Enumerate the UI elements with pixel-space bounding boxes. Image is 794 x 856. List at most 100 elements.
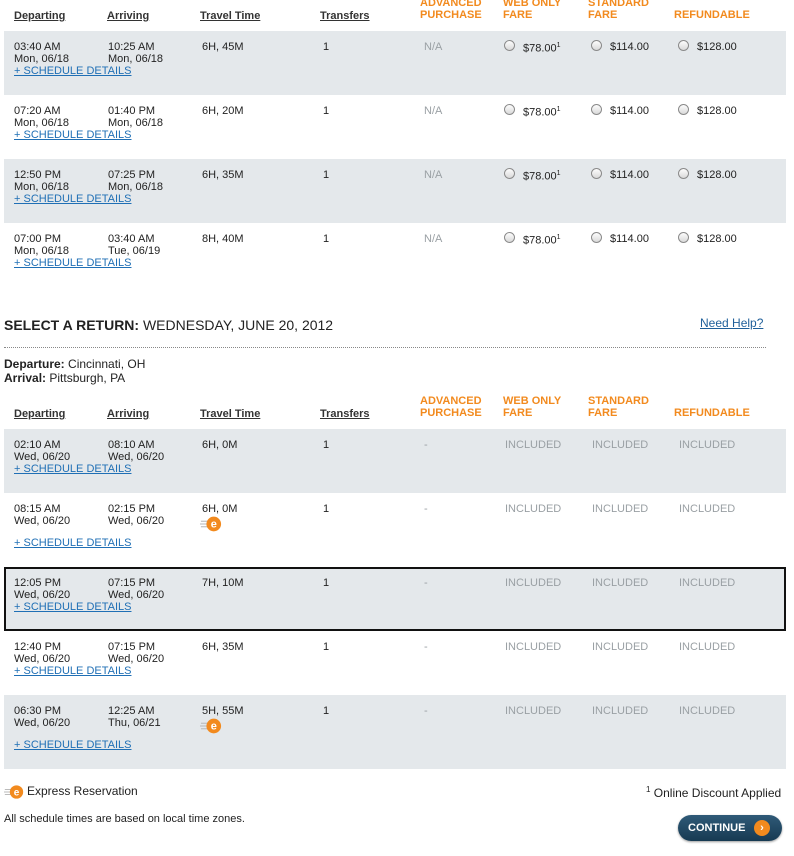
- departure-time: 02:10 AM: [14, 439, 61, 451]
- refundable-fare-price: $128.00: [697, 105, 737, 117]
- sort-transfers[interactable]: Transfers: [320, 10, 370, 22]
- table-row[interactable]: 06:30 PM Wed, 06/20 12:25 AM Thu, 06/21 + SC…: [4, 695, 786, 769]
- col-advanced-purchase: ADVANCED PURCHASE: [420, 0, 482, 21]
- table-row[interactable]: 02:10 AM Wed, 06/20 08:10 AM Wed, 06/20 + SC…: [4, 429, 786, 493]
- refundable-fare-radio[interactable]: [678, 104, 689, 115]
- refundable-fare-value: INCLUDED: [679, 641, 736, 653]
- sort-arriving[interactable]: Arriving: [107, 408, 149, 420]
- arrival-time: 01:40 PM: [108, 105, 156, 117]
- departure-date: Wed, 06/20: [14, 717, 71, 729]
- continue-label: CONTINUE: [688, 822, 746, 834]
- arrival-date: Tue, 06/19: [108, 245, 161, 257]
- col-advanced-purchase: ADVANCED PURCHASE: [420, 395, 482, 419]
- departure-date: Wed, 06/20: [14, 451, 71, 463]
- refundable-fare-radio[interactable]: [678, 168, 689, 179]
- travel-time: 6H, 20M: [202, 105, 244, 117]
- standard-fare-radio[interactable]: [591, 168, 602, 179]
- standard-fare-price: $114.00: [610, 169, 649, 181]
- refundable-fare-value: INCLUDED: [679, 503, 736, 515]
- standard-fare-value: INCLUDED: [592, 705, 649, 717]
- travel-time: 6H, 35M: [202, 169, 244, 181]
- discount-marker: 1: [556, 42, 561, 49]
- return-section-title: SELECT A RETURN: WEDNESDAY, JUNE 20, 201…: [4, 317, 334, 333]
- arrival-date: Wed, 06/20: [108, 589, 165, 601]
- standard-fare-radio[interactable]: [591, 40, 602, 51]
- web-only-fare-radio[interactable]: [504, 104, 515, 115]
- arrow-right-icon: ›: [754, 820, 770, 836]
- advanced-purchase-value: -: [424, 705, 428, 717]
- departure-date: Mon, 06/18: [14, 117, 70, 129]
- sort-travel-time[interactable]: Travel Time: [200, 408, 260, 420]
- web-only-fare-radio[interactable]: [504, 40, 515, 51]
- standard-fare-value: INCLUDED: [592, 577, 649, 589]
- web-only-fare-price: $78.001: [523, 42, 561, 55]
- table-row-selected[interactable]: 12:05 PM Wed, 06/20 07:15 PM Wed, 06/20 + SC…: [4, 567, 786, 631]
- schedule-details-link[interactable]: + SCHEDULE DETAILS: [14, 665, 131, 677]
- arrival-city: Arrival: Pittsburgh, PA: [4, 371, 126, 385]
- col-web-only-fare: WEB ONLY FARE: [503, 0, 562, 21]
- refundable-fare-value: INCLUDED: [679, 439, 736, 451]
- schedule-details-link[interactable]: + SCHEDULE DETAILS: [14, 129, 131, 141]
- discount-marker: 1: [556, 106, 561, 113]
- standard-fare-radio[interactable]: [591, 104, 602, 115]
- express-e-icon: e: [4, 785, 24, 799]
- schedule-details-link[interactable]: + SCHEDULE DETAILS: [14, 65, 131, 77]
- schedule-details-link[interactable]: + SCHEDULE DETAILS: [14, 463, 131, 475]
- refundable-fare-price: $128.00: [697, 233, 737, 245]
- table-row: 07:00 PM Mon, 06/18 03:40 AM Tue, 06/19 + SC…: [4, 223, 786, 287]
- departure-time: 12:05 PM: [14, 577, 62, 589]
- refundable-fare-radio[interactable]: [678, 40, 689, 51]
- transfers: 1: [323, 641, 330, 653]
- travel-time: 8H, 40M: [202, 233, 244, 245]
- schedule-details-link[interactable]: + SCHEDULE DETAILS: [14, 601, 131, 613]
- standard-fare-price: $114.00: [610, 41, 649, 53]
- express-e-icon: e: [200, 718, 222, 734]
- web-only-fare-radio[interactable]: [504, 168, 515, 179]
- web-only-fare-value: INCLUDED: [505, 641, 562, 653]
- web-only-fare-radio[interactable]: [504, 232, 515, 243]
- standard-fare-radio[interactable]: [591, 232, 602, 243]
- schedule-details-link[interactable]: + SCHEDULE DETAILS: [14, 193, 131, 205]
- advanced-purchase-value: N/A: [424, 233, 443, 245]
- schedule-details-link[interactable]: + SCHEDULE DETAILS: [14, 739, 131, 751]
- departure-time: 03:40 AM: [14, 41, 61, 53]
- web-only-fare-price: $78.001: [523, 170, 561, 183]
- web-only-fare-value: INCLUDED: [505, 503, 562, 515]
- sort-departing[interactable]: Departing: [14, 408, 65, 420]
- transfers: 1: [323, 41, 330, 53]
- arrival-time: 08:10 AM: [108, 439, 155, 451]
- transfers: 1: [323, 577, 330, 589]
- sort-travel-time[interactable]: Travel Time: [200, 10, 260, 22]
- departure-date: Mon, 06/18: [14, 245, 70, 257]
- standard-fare-value: INCLUDED: [592, 439, 649, 451]
- advanced-purchase-value: N/A: [424, 105, 443, 117]
- sort-departing[interactable]: Departing: [14, 10, 65, 22]
- schedule-details-link[interactable]: + SCHEDULE DETAILS: [14, 257, 131, 269]
- table-row[interactable]: 08:15 AM Wed, 06/20 02:15 PM Wed, 06/20 + SC…: [4, 493, 786, 567]
- web-only-fare-price: $78.001: [523, 234, 561, 247]
- web-only-fare-value: INCLUDED: [505, 439, 562, 451]
- transfers: 1: [323, 503, 330, 515]
- schedule-details-link[interactable]: + SCHEDULE DETAILS: [14, 537, 131, 549]
- table-row[interactable]: 12:40 PM Wed, 06/20 07:15 PM Wed, 06/20 + SC…: [4, 631, 786, 695]
- arrival-time: 12:25 AM: [108, 705, 155, 717]
- advanced-purchase-value: N/A: [424, 169, 443, 181]
- sort-arriving[interactable]: Arriving: [107, 10, 149, 22]
- price-amount: $78.00: [523, 106, 557, 119]
- departure-time: 08:15 AM: [14, 503, 61, 515]
- transfers: 1: [323, 705, 330, 717]
- departure-date: Mon, 06/18: [14, 53, 70, 65]
- sort-transfers[interactable]: Transfers: [320, 408, 370, 420]
- continue-button[interactable]: CONTINUE ›: [678, 815, 782, 841]
- web-only-fare-value: INCLUDED: [505, 705, 562, 717]
- departure-time: 07:20 AM: [14, 105, 61, 117]
- need-help-link[interactable]: Need Help?: [700, 316, 763, 330]
- col-standard-fare: STANDARD FARE: [588, 0, 649, 21]
- travel-time: 6H, 0M: [202, 439, 238, 451]
- table-row: 12:50 PM Mon, 06/18 07:25 PM Mon, 06/18 + SC…: [4, 159, 786, 223]
- refundable-fare-radio[interactable]: [678, 232, 689, 243]
- departure-date: Wed, 06/20: [14, 653, 71, 665]
- express-legend: Express Reservation: [27, 784, 138, 798]
- price-amount: $78.00: [523, 170, 557, 183]
- standard-fare-value: INCLUDED: [592, 641, 649, 653]
